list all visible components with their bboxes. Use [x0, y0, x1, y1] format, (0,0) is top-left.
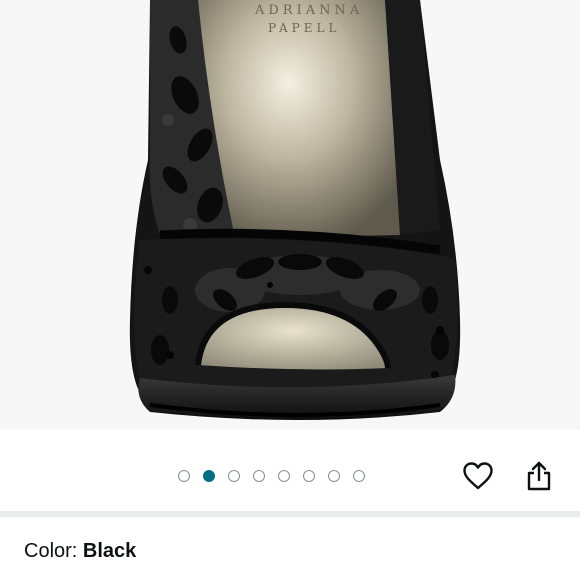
share-button[interactable]	[519, 456, 559, 496]
image-pagination-dots	[178, 468, 365, 484]
pagination-dot[interactable]	[328, 470, 340, 482]
pagination-dot[interactable]	[303, 470, 315, 482]
brand-logo-upper: ADRIANNA	[254, 3, 363, 18]
color-label: Color:	[24, 540, 83, 562]
pagination-dot[interactable]	[278, 470, 290, 482]
share-icon	[527, 461, 551, 491]
pagination-dot-active[interactable]	[203, 470, 215, 482]
color-value: Black	[82, 540, 137, 562]
pagination-dot[interactable]	[353, 470, 365, 482]
color-selection: Color: Black	[24, 538, 136, 564]
pagination-dot[interactable]	[228, 470, 240, 482]
add-to-list-button[interactable]	[458, 456, 498, 496]
heart-icon	[463, 462, 493, 490]
section-divider	[0, 511, 580, 517]
pagination-dot[interactable]	[178, 470, 190, 482]
shoe-illustration: ADRIANNA PAPELL	[0, 0, 580, 430]
image-controls	[0, 430, 580, 516]
product-image[interactable]: ADRIANNA PAPELL	[0, 0, 580, 430]
brand-logo-lower: PAPELL	[268, 21, 340, 35]
pagination-dot[interactable]	[253, 470, 265, 482]
